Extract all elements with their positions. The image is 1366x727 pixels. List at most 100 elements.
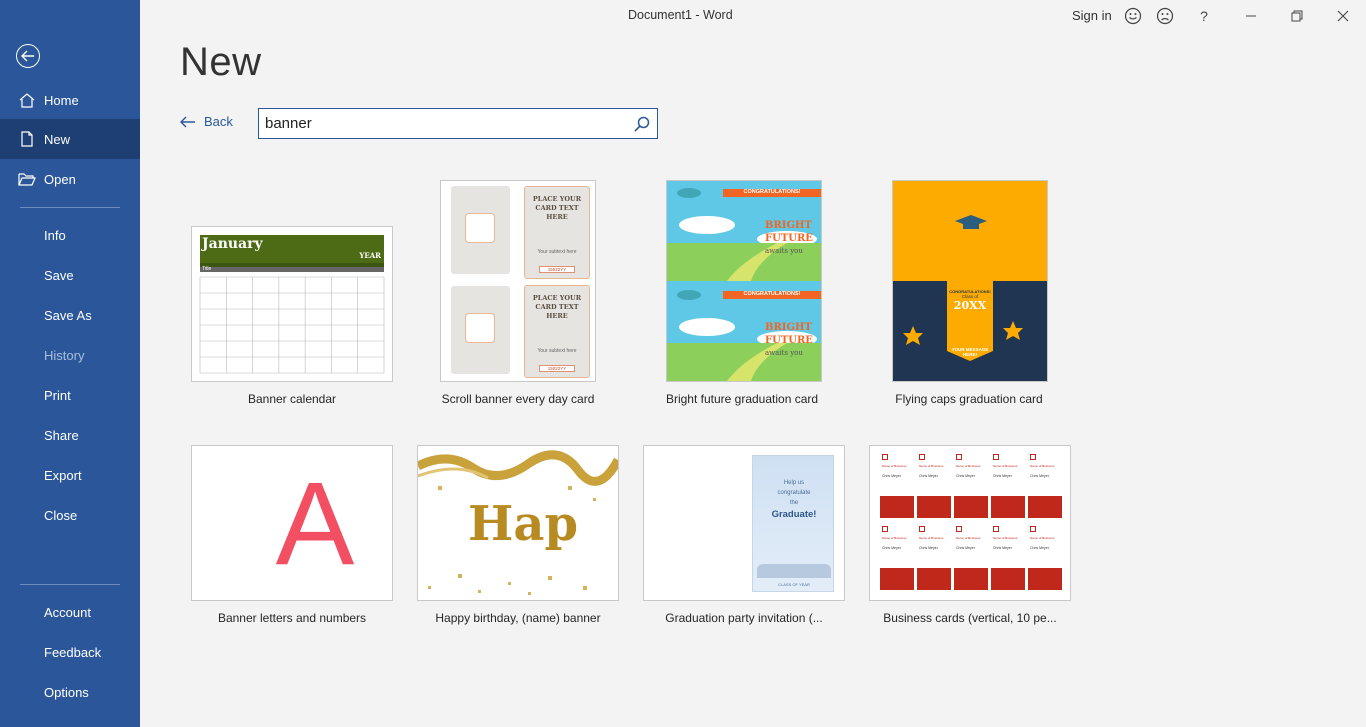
business-card-logo <box>993 526 999 532</box>
template-search-box <box>258 108 658 139</box>
sidebar-item-options[interactable]: Options <box>0 672 140 712</box>
template-title: Happy birthday, (name) banner <box>435 611 601 625</box>
sidebar-item-home[interactable]: Home <box>0 80 140 120</box>
business-card-person: Chris Meyer <box>919 474 938 478</box>
window-title: Document1 - Word <box>628 8 733 22</box>
sidebar-item-save[interactable]: Save <box>0 255 140 295</box>
business-card-band <box>954 568 988 590</box>
template-title: Business cards (vertical, 10 pe... <box>883 611 1057 625</box>
headline-subline: awaits you <box>765 247 803 255</box>
sidebar-item-export[interactable]: Export <box>0 455 140 495</box>
business-card: Name of Business Chris Meyer <box>954 524 988 592</box>
business-card-logo <box>919 454 925 460</box>
template-thumbnail: CONGRATULATIONS! Class of 20XX YOUR MESS… <box>892 180 1048 382</box>
sidebar-item-label: Close <box>44 507 78 523</box>
sidebar-item-label: Save <box>44 267 74 283</box>
sidebar-item-label: Home <box>44 92 79 108</box>
headline-subline: awaits you <box>765 349 803 357</box>
new-document-icon <box>21 131 33 147</box>
card-text: PLACE YOUR CARD TEXT HERE <box>532 195 582 221</box>
business-card-org: Name of Business <box>882 536 907 540</box>
business-card-person: Chris Meyer <box>956 474 975 478</box>
sidebar-item-share[interactable]: Share <box>0 415 140 455</box>
page-title: New <box>180 40 262 84</box>
template-title: Scroll banner every day card <box>441 392 595 406</box>
back-arrow-button[interactable] <box>16 44 40 68</box>
scroll-badge-icon <box>465 213 495 243</box>
business-card-org: Name of Business <box>919 464 944 468</box>
back-link[interactable]: Back <box>180 114 233 129</box>
sidebar-item-open[interactable]: Open <box>0 159 140 199</box>
business-card-person: Chris Meyer <box>919 546 938 550</box>
card-ribbon-text: CONGRATULATIONS! <box>743 291 801 297</box>
sidebar-item-print[interactable]: Print <box>0 375 140 415</box>
template-title: Flying caps graduation card <box>895 392 1043 406</box>
sidebar-item-label: Share <box>44 427 79 443</box>
folder-open-icon <box>18 173 36 186</box>
card-text: PLACE YOUR CARD TEXT HERE <box>532 294 582 320</box>
invitation-line: the <box>789 500 799 506</box>
search-icon[interactable] <box>633 115 651 133</box>
template-thumbnail: January YEAR Title <box>191 226 393 382</box>
business-card: Name of Business Chris Meyer <box>917 452 951 520</box>
card-line: YOUR MESSAGE HERE! <box>951 347 989 357</box>
sidebar-item-info[interactable]: Info <box>0 215 140 255</box>
sidebar-item-history: History <box>0 335 140 375</box>
search-input[interactable] <box>259 109 629 138</box>
restore-icon[interactable] <box>1285 4 1309 28</box>
invitation-headline: Graduate! <box>771 509 817 520</box>
card-headline: BRIGHT FUTURE awaits you <box>765 321 813 360</box>
sidebar-item-feedback[interactable]: Feedback <box>0 632 140 672</box>
sidebar-item-label: New <box>44 131 71 147</box>
business-card-logo <box>956 526 962 532</box>
business-card-person: Chris Meyer <box>882 474 901 478</box>
help-icon[interactable]: ? <box>1192 4 1216 28</box>
business-card-logo <box>882 454 888 460</box>
template-thumbnail: A <box>191 445 393 601</box>
business-card: Name of Business Chris Meyer <box>917 524 951 592</box>
sidebar-item-label: Options <box>44 684 89 700</box>
close-icon[interactable] <box>1331 4 1355 28</box>
sidebar-item-label: Account <box>44 604 91 620</box>
business-card: Name of Business Chris Meyer <box>880 452 914 520</box>
sidebar-item-label: Print <box>44 387 71 403</box>
minimize-icon[interactable] <box>1239 4 1263 28</box>
business-card-logo <box>956 454 962 460</box>
business-card-org: Name of Business <box>993 464 1018 468</box>
sidebar-item-save-as[interactable]: Save As <box>0 295 140 335</box>
sidebar-item-label: Feedback <box>44 644 102 660</box>
business-card-person: Chris Meyer <box>993 546 1012 550</box>
sidebar-divider <box>20 584 120 585</box>
sign-in-link[interactable]: Sign in <box>1072 8 1112 23</box>
business-card-logo <box>1030 526 1036 532</box>
card-text-panel: PLACE YOUR CARD TEXT HERE Your subtext h… <box>524 285 590 378</box>
calendar-title-label: Title <box>202 266 212 272</box>
business-card-band <box>880 568 914 590</box>
sidebar-item-label: Open <box>44 171 76 187</box>
title-bar: Document1 - Word Sign in ? <box>140 0 1366 32</box>
template-thumbnail: Help us congratulate the Graduate! CLASS… <box>643 445 845 601</box>
scroll-badge-icon <box>465 313 495 343</box>
business-card-logo <box>993 454 999 460</box>
smile-feedback-icon[interactable] <box>1121 4 1145 28</box>
banner-word: Hap <box>467 496 578 552</box>
business-card: Name of Business Chris Meyer <box>991 452 1025 520</box>
business-card: Name of Business Chris Meyer <box>1028 452 1062 520</box>
sidebar-item-close[interactable]: Close <box>0 495 140 535</box>
business-card-person: Chris Meyer <box>993 474 1012 478</box>
headline-line: FUTURE <box>765 335 813 346</box>
card-stamp: 15022YY <box>539 266 575 273</box>
arrow-left-icon <box>180 116 195 127</box>
business-card-org: Name of Business <box>1030 464 1055 468</box>
backstage-sidebar: Home New Open Info Save Save As History … <box>0 0 140 727</box>
business-card-org: Name of Business <box>956 464 981 468</box>
business-card-band <box>917 496 951 518</box>
frown-feedback-icon[interactable] <box>1153 4 1177 28</box>
business-card-band <box>1028 568 1062 590</box>
sidebar-item-account[interactable]: Account <box>0 592 140 632</box>
card-subtext: Your subtext here <box>537 348 577 354</box>
invitation-line: Help us <box>783 480 805 486</box>
sidebar-item-new[interactable]: New <box>0 119 140 159</box>
card-year: 20XX <box>953 299 987 312</box>
invitation-line: congratulate <box>777 490 811 496</box>
